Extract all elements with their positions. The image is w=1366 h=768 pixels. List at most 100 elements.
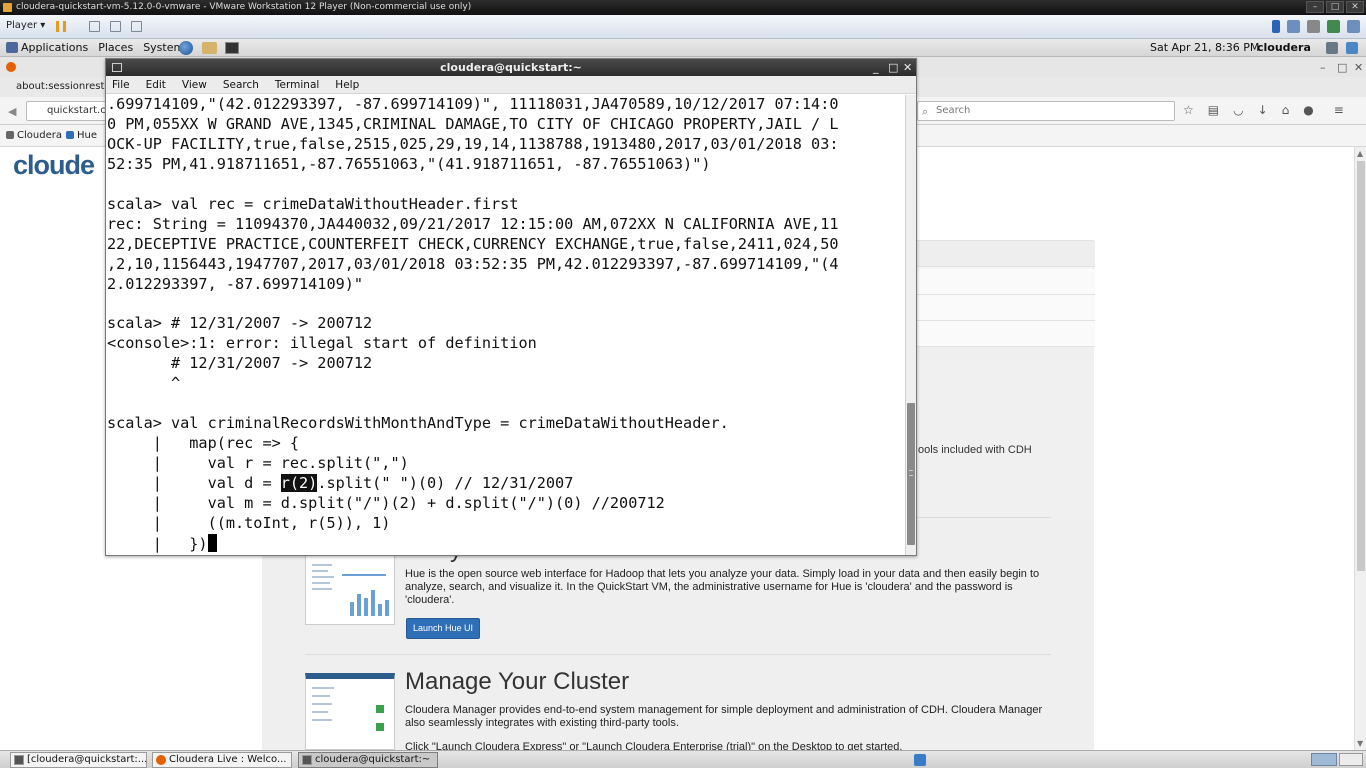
terminal-launcher-icon[interactable] — [225, 42, 239, 54]
cd-rom-icon[interactable] — [1307, 20, 1320, 33]
terminal-line: # 12/31/2007 -> 200712 — [107, 354, 373, 373]
firefox-close-button[interactable]: ✕ — [1354, 61, 1363, 74]
vmware-logo-icon — [3, 3, 12, 12]
download-icon[interactable]: ↓ — [1258, 103, 1268, 117]
firefox-tab[interactable]: about:sessionresto — [6, 77, 116, 97]
url-bar[interactable]: quickstart.cl — [26, 101, 116, 121]
unity-icon[interactable] — [131, 21, 142, 32]
thumb-bar — [371, 590, 375, 616]
bookmark-hue[interactable]: Hue — [66, 125, 97, 147]
network-icon[interactable] — [1346, 42, 1358, 54]
player-menu-button[interactable]: Player ▾ — [6, 20, 45, 31]
applications-icon — [6, 42, 18, 53]
firefox-toolbar-icons: ☆ ▤ ◡ ↓ ⌂ ● ≡ — [1183, 103, 1344, 117]
applications-menu[interactable]: Applications — [6, 39, 88, 57]
menu-terminal[interactable]: Terminal — [275, 76, 325, 93]
cloudera-bookmark-icon — [6, 131, 14, 139]
hue-screenshot-thumbnail — [305, 555, 395, 625]
url-text: quickstart.cl — [47, 105, 109, 116]
side-panel-row — [917, 269, 1095, 295]
mail-launcher-icon[interactable] — [202, 42, 217, 54]
send-ctrl-alt-del-icon[interactable] — [89, 21, 100, 32]
hard-disk-icon[interactable] — [1287, 20, 1300, 33]
highlighted-line-suffix: .split(" ")(0) // 12/31/2007 — [317, 474, 574, 493]
terminal-scrollbar[interactable] — [905, 95, 916, 555]
chat-icon[interactable]: ● — [1303, 103, 1313, 117]
page-scrollbar[interactable]: ▲ ▼ — [1354, 147, 1366, 750]
close-button[interactable]: ✕ — [1346, 1, 1364, 13]
workspace-1[interactable] — [1311, 753, 1337, 766]
workspace-2[interactable] — [1339, 753, 1363, 766]
pocket-icon[interactable]: ◡ — [1233, 103, 1243, 117]
bookmark-star-icon[interactable]: ☆ — [1183, 103, 1194, 117]
volume-icon[interactable] — [1326, 42, 1338, 54]
home-icon[interactable]: ⌂ — [1282, 103, 1290, 117]
menu-file[interactable]: File — [112, 76, 136, 93]
device-arrow-icon[interactable] — [1272, 20, 1280, 33]
thumb-line — [312, 711, 328, 713]
tools-description: ools included with CDH — [918, 444, 1032, 456]
vmware-window-controls: – □ ✕ — [1306, 1, 1364, 13]
terminal-line: | val m = d.split("/")(2) + d.split("/")… — [107, 494, 665, 513]
places-menu[interactable]: Places — [98, 39, 133, 57]
terminal-maximize-button[interactable]: □ — [888, 59, 898, 76]
back-arrow-icon[interactable]: ◀ — [8, 105, 16, 118]
menu-edit[interactable]: Edit — [146, 76, 172, 93]
taskbar-item-terminal-1[interactable]: [cloudera@quickstart:... — [10, 752, 147, 768]
side-panel-row — [917, 241, 1095, 267]
tray-icon[interactable] — [914, 754, 926, 766]
maximize-button[interactable]: □ — [1326, 1, 1344, 13]
vmware-window-title: cloudera-quickstart-vm-5.12.0-0-vmware -… — [16, 2, 472, 12]
hamburger-menu-icon[interactable]: ≡ — [1334, 103, 1344, 117]
taskbar-label: cloudera@quickstart:~ — [315, 754, 431, 765]
highlighted-line-prefix: | val d = — [107, 474, 281, 493]
search-placeholder: Search — [936, 105, 971, 116]
gnome-bottom-panel: [cloudera@quickstart:... Cloudera Live :… — [0, 750, 1366, 768]
firefox-minimize-button[interactable]: – — [1320, 61, 1326, 74]
taskbar-item-terminal-2[interactable]: cloudera@quickstart:~ — [298, 752, 438, 768]
minimize-button[interactable]: – — [1306, 1, 1324, 13]
menu-help[interactable]: Help — [335, 76, 365, 93]
terminal-task-icon — [302, 755, 312, 765]
search-bar[interactable]: ⌕ Search — [917, 101, 1175, 121]
firefox-launcher-icon[interactable] — [179, 41, 193, 55]
usb-icon[interactable] — [1347, 20, 1360, 33]
firefox-maximize-button[interactable]: □ — [1337, 61, 1347, 74]
fullscreen-icon[interactable] — [110, 21, 121, 32]
text-selection[interactable]: r(2) — [280, 474, 318, 493]
terminal-line: OCK-UP FACILITY,true,false,2515,025,29,1… — [107, 134, 839, 153]
side-panel-row — [917, 295, 1095, 321]
reading-list-icon[interactable]: ▤ — [1208, 103, 1219, 117]
page-scroll-thumb[interactable] — [1357, 161, 1365, 571]
cloudera-logo: cloude — [13, 150, 95, 180]
panel-clock[interactable]: Sat Apr 21, 8:36 PM — [1150, 39, 1259, 57]
thumb-status — [376, 723, 384, 731]
terminal-minimize-button[interactable]: _ — [873, 59, 879, 76]
menu-search[interactable]: Search — [223, 76, 265, 93]
terminal-titlebar[interactable]: cloudera@quickstart:~ _ □ ✕ — [106, 59, 916, 76]
divider — [305, 654, 1051, 655]
terminal-line: ,2,10,1156443,1947707,2017,03/01/2018 03… — [107, 254, 839, 273]
taskbar-label: Cloudera Live : Welco... — [169, 754, 287, 765]
taskbar-label: [cloudera@quickstart:... — [27, 754, 147, 765]
terminal-line: 2.012293397, -87.699714109)" — [107, 274, 364, 293]
firefox-icon — [6, 62, 16, 72]
terminal-task-icon — [14, 755, 24, 765]
terminal-output[interactable]: .699714109,"(42.012293397, -87.699714109… — [107, 95, 905, 555]
launch-hue-button[interactable]: Launch Hue UI — [406, 618, 480, 639]
terminal-window: cloudera@quickstart:~ _ □ ✕ File Edit Vi… — [105, 58, 917, 556]
vmware-title-bar: cloudera-quickstart-vm-5.12.0-0-vmware -… — [0, 0, 1366, 15]
scroll-up-icon[interactable]: ▲ — [1357, 149, 1363, 158]
terminal-close-button[interactable]: ✕ — [903, 59, 912, 76]
scroll-down-icon[interactable]: ▼ — [1357, 739, 1363, 748]
menu-view[interactable]: View — [182, 76, 213, 93]
firefox-task-icon — [156, 755, 166, 765]
pause-icon[interactable] — [56, 21, 66, 32]
network-adapter-icon[interactable] — [1327, 20, 1340, 33]
bookmark-cloudera[interactable]: Cloudera — [6, 125, 62, 147]
terminal-line: 0 PM,055XX W GRAND AVE,1345,CRIMINAL DAM… — [107, 114, 839, 133]
hue-bookmark-icon — [66, 131, 74, 139]
panel-user[interactable]: cloudera — [1257, 39, 1311, 57]
taskbar-item-firefox[interactable]: Cloudera Live : Welco... — [152, 752, 292, 768]
terminal-line: scala> val criminalRecordsWithMonthAndTy… — [107, 414, 729, 433]
